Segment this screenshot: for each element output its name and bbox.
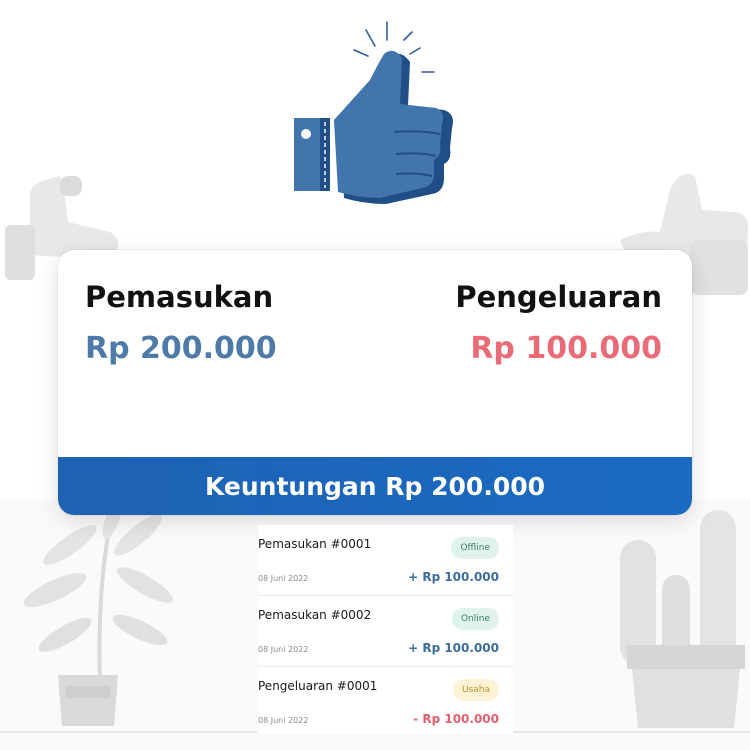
transaction-title: Pemasukan #0002 [258, 608, 372, 622]
summary-card: Pemasukan Rp 200.000 Pengeluaran Rp 100.… [58, 250, 692, 515]
status-badge: Usaha [452, 679, 499, 701]
thumbs-up-icon [294, 21, 453, 205]
expense-label: Pengeluaran [455, 280, 662, 314]
list-item[interactable]: Pemasukan #0002 Online 08 Juni 2022 + Rp… [258, 596, 513, 667]
transaction-date: 08 Juni 2022 [258, 574, 309, 583]
transaction-amount: + Rp 100.000 [408, 641, 499, 655]
expense-value: Rp 100.000 [470, 331, 662, 366]
status-badge: Online [451, 608, 499, 630]
list-item[interactable]: Pemasukan #0001 Offline 08 Juni 2022 + R… [258, 525, 513, 596]
transaction-date: 08 Juni 2022 [258, 716, 309, 725]
transaction-amount: - Rp 100.000 [413, 712, 499, 726]
transaction-title: Pemasukan #0001 [258, 537, 372, 551]
profit-text: Keuntungan Rp 200.000 [204, 471, 545, 501]
list-item[interactable]: Pengeluaran #0001 Usaha 08 Juni 2022 - R… [258, 667, 513, 734]
transaction-date: 08 Juni 2022 [258, 645, 309, 654]
transaction-amount: + Rp 100.000 [408, 570, 499, 584]
transaction-list: Pemasukan #0001 Offline 08 Juni 2022 + R… [258, 525, 513, 734]
income-value: Rp 200.000 [85, 331, 277, 366]
income-label: Pemasukan [85, 280, 274, 314]
transaction-title: Pengeluaran #0001 [258, 679, 378, 693]
status-badge: Offline [451, 537, 499, 559]
profit-bar: Keuntungan Rp 200.000 [58, 457, 692, 515]
